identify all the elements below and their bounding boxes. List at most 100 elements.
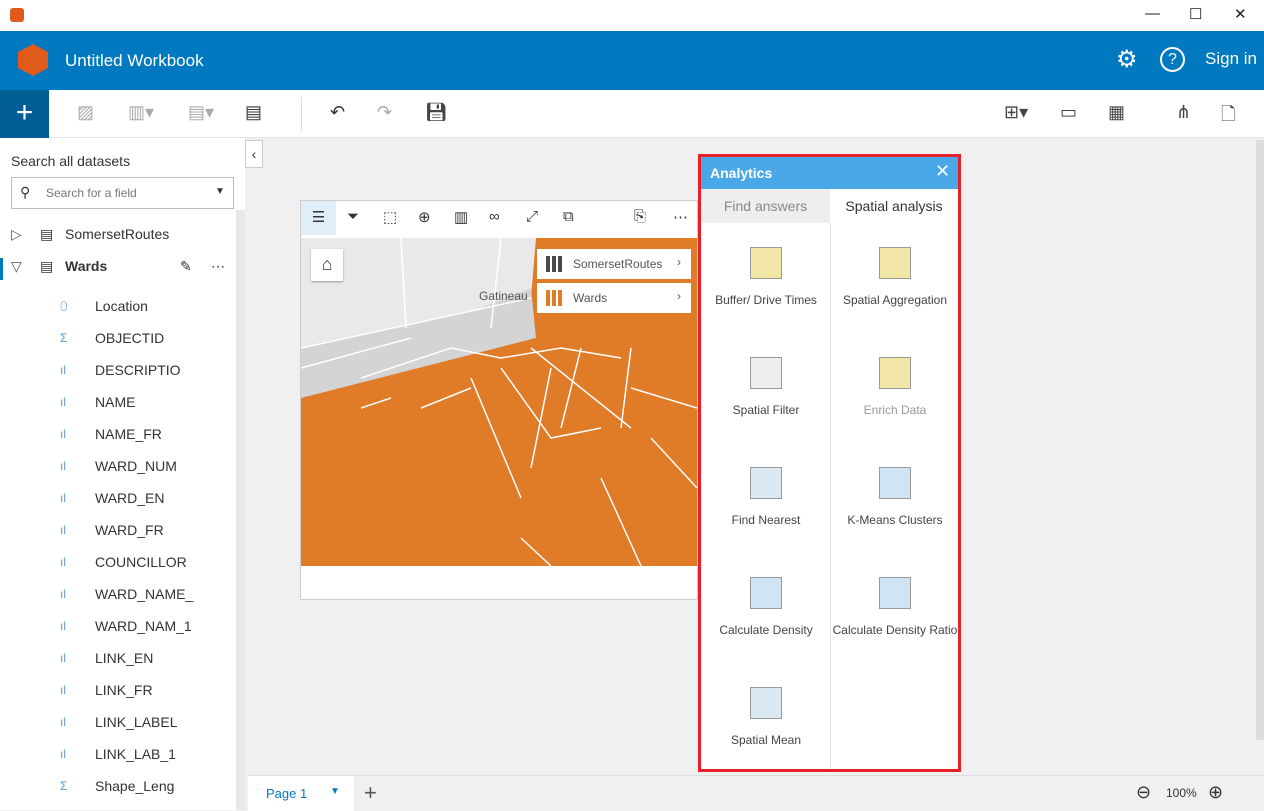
tool-calculate-density[interactable]: Calculate Density xyxy=(701,577,831,637)
string-field-icon: ıl xyxy=(60,619,66,633)
tool-calculate-density-ratio[interactable]: Calculate Density Ratio xyxy=(830,577,960,637)
link-icon[interactable]: ∞ xyxy=(489,208,500,225)
page-tab[interactable]: Page 1 ▼ xyxy=(248,776,354,811)
collapse-pane-button[interactable]: ‹ xyxy=(245,140,263,168)
scrollbar[interactable] xyxy=(236,210,245,810)
field-item[interactable]: Σ OBJECTID xyxy=(60,330,164,346)
add-button[interactable]: + xyxy=(0,90,49,138)
field-item[interactable]: ıl WARD_NAME_ xyxy=(60,586,193,602)
tool-buffer-drive-times[interactable]: Buffer/ Drive Times xyxy=(701,247,831,307)
help-icon[interactable]: ? xyxy=(1160,47,1185,72)
sign-in-link[interactable]: Sign in xyxy=(1205,49,1257,69)
layer-somersetroutes[interactable]: SomersetRoutes › xyxy=(537,249,691,279)
tab-spatial-analysis[interactable]: Spatial analysis xyxy=(830,189,958,223)
redo-icon[interactable]: ↷ xyxy=(377,102,392,123)
analytics-header: Analytics ✕ xyxy=(701,157,958,189)
table-icon[interactable]: ▤▾ xyxy=(188,102,214,123)
close-icon[interactable]: ✕ xyxy=(935,161,950,182)
maximize-button[interactable]: ☐ xyxy=(1189,5,1202,23)
field-name: WARD_NUM xyxy=(95,458,177,474)
expand-icon[interactable]: ▷ xyxy=(11,226,22,243)
zoom-out-button[interactable]: ⊖ xyxy=(1136,782,1151,803)
field-item[interactable]: ıl COUNCILLOR xyxy=(60,554,187,570)
page-icon[interactable]: 🗋︎ xyxy=(1221,102,1235,132)
tool-spatial-filter[interactable]: Spatial Filter xyxy=(701,357,831,417)
save-icon[interactable]: 💾︎ xyxy=(425,102,448,123)
search-input[interactable]: ⚲ Search for a field ▼ xyxy=(11,177,234,209)
dataset-wards[interactable]: ▽ ▤ Wards ✎ ⋯ xyxy=(0,258,235,280)
close-window-button[interactable]: ✕ xyxy=(1234,5,1247,23)
more-icon[interactable]: ⋯ xyxy=(211,258,225,275)
map-card[interactable]: Gatineau ☰ ⏷ ⬚ ⊕ ▥ ∞ ⤢ ⧉ ⎘ ⋯ ⌂ SomersetR… xyxy=(300,200,698,600)
canvas-scrollbar[interactable] xyxy=(1256,140,1264,740)
edit-icon[interactable]: ✎ xyxy=(180,258,192,275)
tool-icon xyxy=(879,247,911,279)
layer-wards[interactable]: Wards › xyxy=(537,283,691,313)
field-item[interactable]: Σ Shape_Leng xyxy=(60,778,174,794)
field-name: WARD_NAME_ xyxy=(95,586,194,602)
field-item[interactable]: ıl LINK_FR xyxy=(60,682,153,698)
collapse-icon[interactable]: ▽ xyxy=(11,258,22,275)
chevron-down-icon[interactable]: ▼ xyxy=(215,186,225,197)
minimize-button[interactable]: — xyxy=(1145,5,1160,22)
field-name: Shape_Leng xyxy=(95,778,175,794)
field-item[interactable]: ıl LINK_LAB_1 xyxy=(60,746,176,762)
field-item[interactable]: ıl LINK_EN xyxy=(60,650,153,666)
tool-find-nearest[interactable]: Find Nearest xyxy=(701,467,831,527)
dataset-somersetroutes[interactable]: ▷ ▤ SomersetRoutes xyxy=(0,226,235,248)
qr-icon[interactable]: ▦ xyxy=(1108,102,1125,123)
legend-icon[interactable]: ☰ xyxy=(301,201,336,235)
tool-label: Buffer/ Drive Times xyxy=(715,293,817,307)
field-item[interactable]: ıl WARD_EN xyxy=(60,490,165,506)
add-page-button[interactable]: + xyxy=(364,780,377,806)
layout-icon[interactable]: ⊞▾ xyxy=(1004,102,1028,123)
tool-spatial-aggregation[interactable]: Spatial Aggregation xyxy=(830,247,960,307)
chart-icon[interactable]: ▥ xyxy=(454,208,468,226)
window-titlebar: — ☐ ✕ xyxy=(0,0,1264,31)
gear-icon[interactable]: ⚙ xyxy=(1116,45,1138,74)
more-icon[interactable]: ⋯ xyxy=(673,208,688,226)
undo-icon[interactable]: ↶ xyxy=(330,102,345,123)
string-field-icon: ıl xyxy=(60,587,66,601)
location-field-icon: ⬯ xyxy=(60,298,68,313)
chevron-down-icon[interactable]: ▼ xyxy=(330,786,340,797)
field-item[interactable]: ıl WARD_NAM_1 xyxy=(60,618,192,634)
field-name: NAME_FR xyxy=(95,426,162,442)
string-field-icon: ıl xyxy=(60,555,66,569)
tool-k-means-clusters[interactable]: K-Means Clusters xyxy=(830,467,960,527)
map-icon[interactable]: ▨ xyxy=(77,102,94,123)
search-icon: ⚲ xyxy=(20,184,31,200)
zoom-in-button[interactable]: ⊕ xyxy=(1208,782,1223,803)
field-item[interactable]: ıl WARD_FR xyxy=(60,522,164,538)
chevron-right-icon[interactable]: › xyxy=(677,289,681,303)
field-item[interactable]: ⬯ Location xyxy=(60,298,148,314)
chevron-right-icon[interactable]: › xyxy=(677,255,681,269)
tool-icon xyxy=(750,577,782,609)
field-item[interactable]: ıl LINK_LABEL xyxy=(60,714,178,730)
divider xyxy=(301,97,302,131)
field-name: LINK_EN xyxy=(95,650,154,666)
select-icon[interactable]: ⬚ xyxy=(383,208,397,226)
export-icon[interactable]: ⎘ xyxy=(634,208,646,225)
tool-spatial-mean[interactable]: Spatial Mean xyxy=(701,687,831,747)
home-button[interactable]: ⌂ xyxy=(311,249,343,281)
flip-icon[interactable]: ⧉ xyxy=(563,208,574,225)
model-icon[interactable]: ⋔ xyxy=(1176,102,1191,123)
field-item[interactable]: ıl WARD_NUM xyxy=(60,458,177,474)
app-icon xyxy=(10,8,24,22)
tab-find-answers[interactable]: Find answers xyxy=(701,189,830,223)
filter-icon[interactable]: ⏷ xyxy=(347,208,359,225)
string-field-icon: ıl xyxy=(60,427,66,441)
workbook-title[interactable]: Untitled Workbook xyxy=(65,51,204,71)
expand-icon[interactable]: ⤢ xyxy=(526,208,538,225)
zoom-level: 100% xyxy=(1166,786,1197,800)
summary-table-icon[interactable]: ▤ xyxy=(245,102,262,123)
chart-icon[interactable]: ▥▾ xyxy=(128,102,154,123)
field-item[interactable]: ıl DESCRIPTIO xyxy=(60,362,181,378)
field-item[interactable]: ıl NAME_FR xyxy=(60,426,162,442)
tool-icon xyxy=(750,467,782,499)
console-icon[interactable]: ▭ xyxy=(1060,102,1077,123)
zoom-icon[interactable]: ⊕ xyxy=(418,208,431,226)
field-item[interactable]: ıl NAME xyxy=(60,394,135,410)
string-field-icon: ıl xyxy=(60,459,66,473)
